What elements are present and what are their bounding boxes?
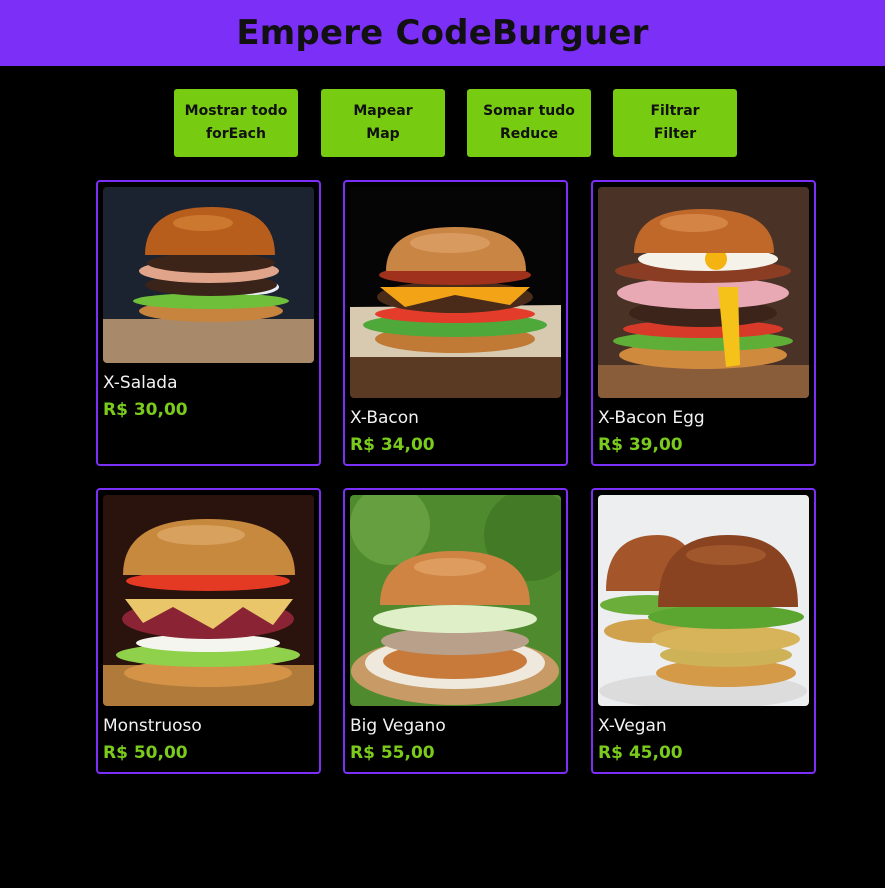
product-name: X-Bacon (350, 408, 419, 428)
button-label: Somar tudo (483, 103, 575, 119)
product-price: R$ 39,00 (598, 435, 683, 455)
product-name: X-Bacon Egg (598, 408, 705, 428)
button-label: Mapear (353, 103, 413, 119)
product-card[interactable]: X-Salada R$ 30,00 (96, 180, 321, 466)
burger-image (598, 495, 809, 706)
filter-button[interactable]: Filtrar Filter (613, 89, 737, 157)
product-price: R$ 30,00 (103, 400, 188, 420)
product-name: Monstruoso (103, 716, 202, 736)
reduce-button[interactable]: Somar tudo Reduce (467, 89, 591, 157)
burger-image (598, 187, 809, 398)
button-sublabel: Reduce (499, 126, 559, 142)
button-sublabel: Map (366, 126, 400, 142)
burger-image (350, 495, 561, 706)
burger-image (103, 495, 314, 706)
button-sublabel: Filter (653, 126, 697, 142)
map-button[interactable]: Mapear Map (321, 89, 445, 157)
show-all-button[interactable]: Mostrar todo forEach (174, 89, 298, 157)
product-card[interactable]: X-Bacon R$ 34,00 (343, 180, 568, 466)
product-name: Big Vegano (350, 716, 446, 736)
product-card[interactable]: X-Vegan R$ 45,00 (591, 488, 816, 774)
product-price: R$ 45,00 (598, 743, 683, 763)
product-price: R$ 34,00 (350, 435, 435, 455)
burger-image (103, 187, 314, 363)
button-label: Mostrar todo (184, 103, 288, 119)
page-header: Empere CodeBurguer (0, 0, 885, 66)
product-card[interactable]: Big Vegano R$ 55,00 (343, 488, 568, 774)
product-name: X-Vegan (598, 716, 667, 736)
product-card[interactable]: Monstruoso R$ 50,00 (96, 488, 321, 774)
product-price: R$ 55,00 (350, 743, 435, 763)
product-price: R$ 50,00 (103, 743, 188, 763)
product-name: X-Salada (103, 373, 178, 393)
product-card[interactable]: X-Bacon Egg R$ 39,00 (591, 180, 816, 466)
burger-image (350, 187, 561, 398)
button-label: Filtrar (650, 103, 700, 119)
button-sublabel: forEach (206, 126, 266, 142)
page-title: Empere CodeBurguer (236, 13, 649, 53)
